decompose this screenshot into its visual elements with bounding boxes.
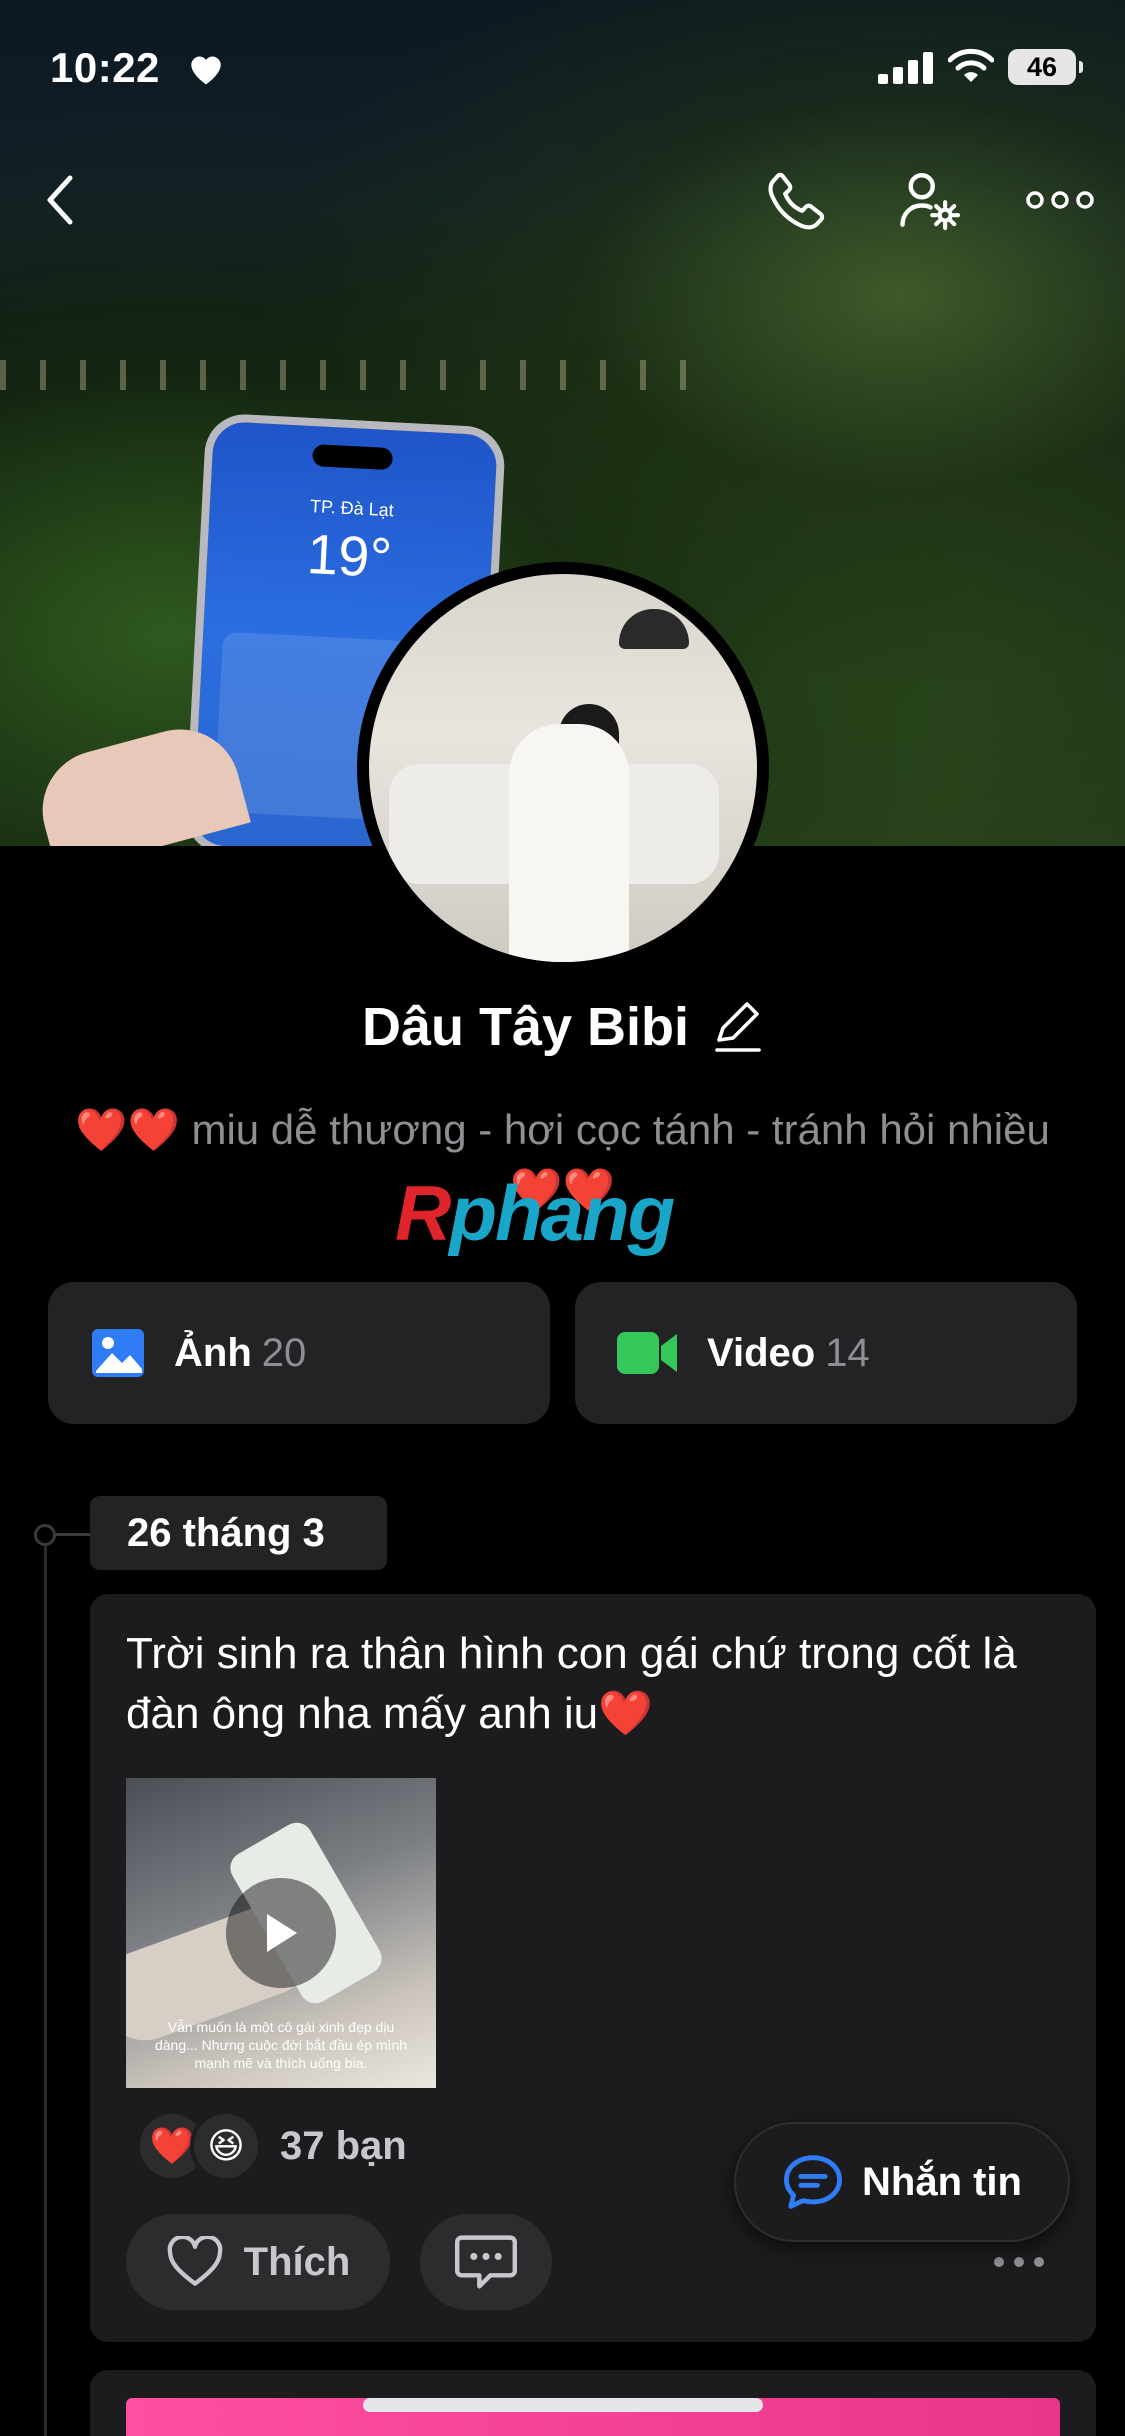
- signal-icon: [878, 52, 933, 84]
- message-label: Nhắn tin: [862, 2159, 1022, 2204]
- reaction-laugh: 😆: [190, 2110, 262, 2182]
- videos-button[interactable]: Video 14: [575, 1282, 1077, 1424]
- avatar-person: [509, 724, 629, 962]
- watermark-first: R: [395, 1169, 451, 1257]
- timeline-connector: [56, 1533, 90, 1536]
- battery-indicator: 46: [1008, 49, 1083, 85]
- videos-count: 14: [825, 1330, 870, 1375]
- play-icon: [267, 1914, 297, 1952]
- dot-icon: [994, 2257, 1004, 2267]
- heart-outline-icon: [167, 2236, 223, 2286]
- photos-button[interactable]: Ảnh 20: [48, 1282, 550, 1424]
- like-label: Thích: [243, 2239, 351, 2284]
- status-time: 10:22: [50, 44, 160, 91]
- ellipsis-icon: [1026, 191, 1094, 209]
- chevron-left-icon: [47, 175, 73, 225]
- phone-icon: [768, 172, 825, 230]
- profile-name: Dâu Tây Bibi: [361, 997, 690, 1057]
- back-button[interactable]: [20, 160, 100, 240]
- home-indicator: [363, 2398, 763, 2412]
- profile-avatar[interactable]: [357, 562, 769, 974]
- photos-count: 20: [261, 1330, 307, 1375]
- comment-button[interactable]: [420, 2214, 552, 2310]
- status-bar: 10:22 46: [0, 0, 1125, 140]
- wifi-icon: [948, 48, 994, 82]
- chat-bubble-icon: [783, 2155, 843, 2209]
- dynamic-island: [312, 444, 394, 471]
- post-more-button[interactable]: [994, 2252, 1054, 2272]
- watermark-rest: phang: [449, 1169, 675, 1257]
- avatar-lamp: [619, 609, 689, 649]
- dot-icon: [1034, 2257, 1044, 2267]
- reaction-count: 37 bạn: [280, 2123, 407, 2168]
- post-video-thumbnail[interactable]: Vẫn muốn là một cô gái xinh đẹp dịu dàng…: [126, 1778, 436, 2088]
- timeline-line: [44, 1534, 47, 2436]
- avatar-image: [369, 574, 757, 962]
- play-button[interactable]: [226, 1878, 336, 1988]
- video-camera-icon: [617, 1332, 677, 1374]
- timeline-dot: [34, 1524, 56, 1546]
- photo-icon: [92, 1329, 144, 1377]
- like-button[interactable]: Thích: [126, 2214, 390, 2310]
- timeline-date: 26 tháng 3: [90, 1496, 387, 1570]
- city-lights: [0, 360, 700, 390]
- call-button[interactable]: [756, 160, 836, 240]
- watermark-logo: Rphang: [395, 1168, 675, 1259]
- thumb-caption: Vẫn muốn là một cô gái xinh đẹp dịu dàng…: [154, 2019, 408, 2071]
- reactions-summary[interactable]: ❤️ 😆 37 bạn: [136, 2110, 407, 2182]
- profile-name-row: Dâu Tây Bibi: [0, 996, 1125, 1058]
- user-gear-icon: [900, 173, 961, 231]
- more-options-button[interactable]: [1020, 160, 1100, 240]
- comment-icon: [455, 2235, 517, 2289]
- heart-icon: [191, 56, 221, 85]
- message-button[interactable]: Nhắn tin: [734, 2122, 1070, 2242]
- phone-temp: 19°: [305, 521, 394, 590]
- videos-label: Video: [707, 1330, 816, 1375]
- post-text: Trời sinh ra thân hình con gái chứ trong…: [126, 1629, 1017, 1738]
- photos-label: Ảnh: [174, 1330, 252, 1375]
- edit-pencil-icon[interactable]: [711, 998, 763, 1056]
- dot-icon: [1014, 2257, 1024, 2267]
- profile-settings-button[interactable]: [890, 160, 970, 240]
